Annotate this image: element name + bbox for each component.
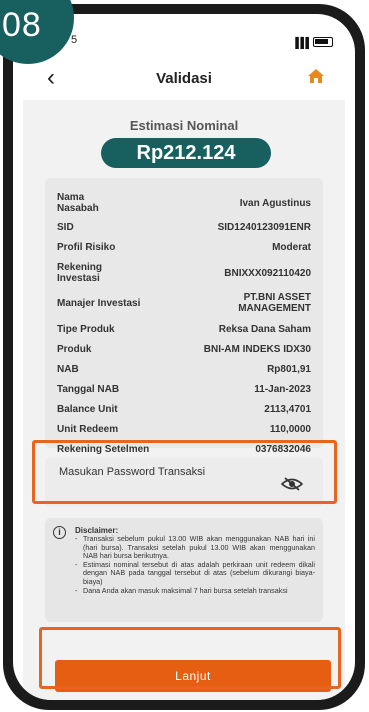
disclaimer-box: i Disclaimer: Transaksi sebelum pukul 13… xyxy=(45,518,323,622)
detail-label: Profil Risiko xyxy=(57,242,116,253)
status-time: 5 xyxy=(71,34,78,46)
disclaimer-list: Transaksi sebelum pukul 13.00 WIB akan m… xyxy=(75,534,315,596)
detail-value: PT.BNI ASSET MANAGEMENT xyxy=(238,292,311,314)
detail-label: Balance Unit xyxy=(57,404,118,415)
estimation-amount: Rp212.124 xyxy=(101,138,271,168)
detail-label: Rekening Investasi xyxy=(57,262,103,284)
button-highlight-box xyxy=(39,627,341,689)
disclaimer-item: Estimasi nominal tersebut di atas adalah… xyxy=(75,560,315,587)
detail-label: Unit Redeem xyxy=(57,424,119,435)
detail-value: BNI-AM INDEKS IDX30 xyxy=(203,344,311,355)
phone-frame: 5 ▐▐▐ ‹ Validasi Estimasi Nominal Rp212.… xyxy=(3,4,365,710)
page-title: Validasi xyxy=(156,70,212,87)
detail-label: Tipe Produk xyxy=(57,324,115,335)
top-navbar: ‹ Validasi xyxy=(13,58,355,98)
detail-label: Produk xyxy=(57,344,92,355)
detail-value: 110,0000 xyxy=(269,424,311,435)
step-number: 08 xyxy=(2,6,42,44)
detail-label: Nama Nasabah xyxy=(57,192,99,214)
disclaimer-item: Dana Anda akan masuk maksimal 7 hari bur… xyxy=(75,586,315,596)
estimation-label: Estimasi Nominal xyxy=(129,118,239,133)
detail-value: 11-Jan-2023 xyxy=(254,384,311,395)
detail-value: Moderat xyxy=(272,242,311,253)
disclaimer-item: Transaksi sebelum pukul 13.00 WIB akan m… xyxy=(75,534,315,561)
detail-label: Tanggal NAB xyxy=(57,384,120,395)
detail-value: SID1240123091ENR xyxy=(217,222,311,233)
detail-label: SID xyxy=(57,222,74,233)
validation-content: Estimasi Nominal Rp212.124 Nama Nasabah … xyxy=(23,100,345,700)
home-icon[interactable] xyxy=(307,68,325,84)
detail-value: BNIXXX092110420 xyxy=(224,268,311,279)
detail-value: Rp801,91 xyxy=(267,364,311,375)
battery-icon xyxy=(313,37,333,47)
detail-value: Reksa Dana Saham xyxy=(218,324,311,335)
password-highlight-box xyxy=(32,440,337,504)
detail-value: Ivan Agustinus xyxy=(239,198,311,209)
info-icon: i xyxy=(53,526,66,539)
detail-value: 2113,4701 xyxy=(264,404,311,415)
signal-icon: ▐▐▐ xyxy=(291,38,309,49)
phone-screen: 5 ▐▐▐ ‹ Validasi Estimasi Nominal Rp212.… xyxy=(13,14,355,700)
transaction-details: Nama Nasabah Ivan Agustinus SID SID12401… xyxy=(45,178,323,455)
detail-label: NAB xyxy=(57,364,79,375)
detail-label: Manajer Investasi xyxy=(57,298,141,309)
